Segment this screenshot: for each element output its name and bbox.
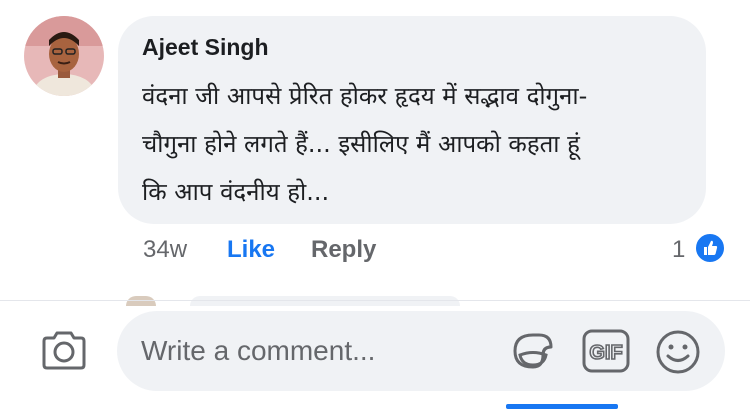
comment-bubble: Ajeet Singh वंदना जी आपसे प्रेरित होकर ह… <box>118 16 706 224</box>
reply-button[interactable]: Reply <box>311 236 376 264</box>
composer-divider <box>0 300 750 301</box>
like-button[interactable]: Like <box>227 236 275 264</box>
comment-author[interactable]: Ajeet Singh <box>142 34 269 61</box>
next-comment-bubble <box>190 296 460 306</box>
avatar-image <box>24 16 104 96</box>
comment-text: वंदना जी आपसे प्रेरित होकर हृदय में सद्भ… <box>142 82 588 206</box>
like-thumb-icon[interactable] <box>694 232 726 264</box>
next-comment-avatar <box>126 296 156 306</box>
author-avatar[interactable] <box>24 16 104 96</box>
comment-input-placeholder: Write a comment... <box>141 335 376 366</box>
comment-timestamp[interactable]: 34w <box>143 236 187 264</box>
camera-icon[interactable] <box>40 326 88 374</box>
emoji-icon[interactable] <box>655 329 701 375</box>
sticker-icon[interactable] <box>509 327 557 375</box>
home-indicator <box>506 404 618 409</box>
like-thumb-glyph <box>704 240 718 255</box>
gif-icon[interactable]: GIF <box>582 329 630 373</box>
reaction-count[interactable]: 1 <box>672 236 685 264</box>
gif-label: GIF <box>589 342 622 364</box>
comment-input[interactable]: Write a comment... GIF <box>117 311 725 391</box>
